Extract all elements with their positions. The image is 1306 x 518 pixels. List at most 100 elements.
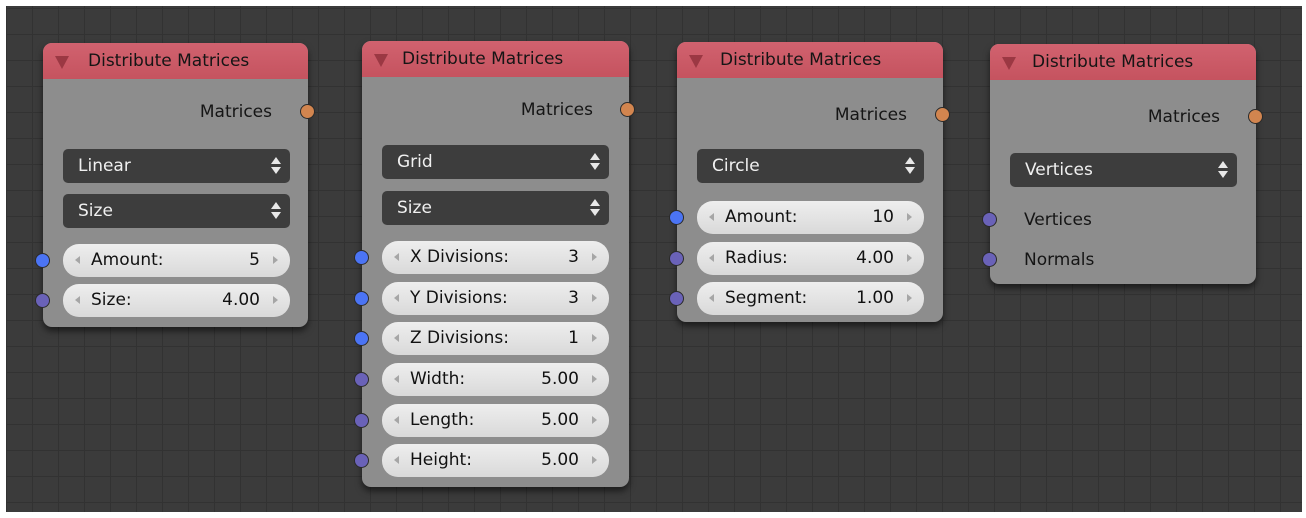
increment-arrow-icon[interactable]	[907, 294, 912, 302]
decrement-arrow-icon[interactable]	[394, 375, 399, 383]
decrement-arrow-icon[interactable]	[394, 456, 399, 464]
collapse-triangle-icon[interactable]	[374, 54, 388, 67]
dropdown-arrows-icon	[271, 156, 281, 176]
size-mode-dropdown[interactable]: Size	[63, 194, 290, 228]
output-socket-matrices[interactable]	[1248, 109, 1263, 124]
dropdown-value: Vertices	[1025, 160, 1093, 180]
radius-field[interactable]: Radius: 4.00	[697, 242, 924, 275]
decrement-arrow-icon[interactable]	[394, 253, 399, 261]
field-value: 5.00	[541, 410, 579, 430]
length-field[interactable]: Length: 5.00	[382, 404, 609, 437]
input-socket-x-divisions[interactable]	[354, 250, 369, 265]
node-title: Distribute Matrices	[402, 49, 564, 69]
node-distribute-matrices-vertices[interactable]: Distribute Matrices Matrices Vertices Ve…	[982, 44, 1263, 284]
output-label-matrices: Matrices	[1147, 107, 1220, 127]
dropdown-arrows-icon	[590, 152, 600, 172]
increment-arrow-icon[interactable]	[592, 253, 597, 261]
increment-arrow-icon[interactable]	[592, 456, 597, 464]
decrement-arrow-icon[interactable]	[394, 416, 399, 424]
increment-arrow-icon[interactable]	[273, 296, 278, 304]
segment-field[interactable]: Segment: 1.00	[697, 282, 924, 315]
amount-field[interactable]: Amount: 10	[697, 201, 924, 234]
field-value: 5	[249, 250, 260, 270]
field-value: 5.00	[541, 450, 579, 470]
y-divisions-field[interactable]: Y Divisions: 3	[382, 282, 609, 315]
field-value: 4.00	[856, 248, 894, 268]
node-title: Distribute Matrices	[88, 51, 250, 71]
amount-field[interactable]: Amount: 5	[63, 244, 290, 277]
field-label: Amount:	[91, 250, 164, 270]
field-value: 1	[568, 328, 579, 348]
node-header[interactable]: Distribute Matrices	[677, 42, 943, 78]
increment-arrow-icon[interactable]	[273, 256, 278, 264]
field-label: Length:	[410, 410, 475, 430]
increment-arrow-icon[interactable]	[907, 213, 912, 221]
field-label: Height:	[410, 450, 472, 470]
output-socket-matrices[interactable]	[300, 104, 315, 119]
input-label-normals: Normals	[1024, 250, 1095, 270]
field-label: Size:	[91, 290, 132, 310]
input-socket-height[interactable]	[354, 453, 369, 468]
input-socket-segment[interactable]	[669, 291, 684, 306]
node-distribute-matrices-grid[interactable]: Distribute Matrices Matrices Grid Size X…	[354, 41, 635, 487]
field-label: Radius:	[725, 248, 788, 268]
width-field[interactable]: Width: 5.00	[382, 363, 609, 396]
output-socket-matrices[interactable]	[620, 102, 635, 117]
decrement-arrow-icon[interactable]	[709, 294, 714, 302]
input-socket-z-divisions[interactable]	[354, 331, 369, 346]
increment-arrow-icon[interactable]	[592, 375, 597, 383]
node-header[interactable]: Distribute Matrices	[43, 43, 308, 79]
mode-dropdown[interactable]: Linear	[63, 149, 290, 183]
increment-arrow-icon[interactable]	[592, 416, 597, 424]
dropdown-arrows-icon	[590, 198, 600, 218]
decrement-arrow-icon[interactable]	[709, 254, 714, 262]
decrement-arrow-icon[interactable]	[394, 334, 399, 342]
node-header[interactable]: Distribute Matrices	[990, 44, 1256, 80]
dropdown-value: Grid	[397, 152, 433, 172]
size-mode-dropdown[interactable]: Size	[382, 191, 609, 225]
field-label: X Divisions:	[410, 247, 509, 267]
collapse-triangle-icon[interactable]	[689, 55, 703, 68]
input-socket-length[interactable]	[354, 413, 369, 428]
output-socket-matrices[interactable]	[935, 107, 950, 122]
decrement-arrow-icon[interactable]	[394, 294, 399, 302]
input-socket-y-divisions[interactable]	[354, 291, 369, 306]
increment-arrow-icon[interactable]	[592, 294, 597, 302]
collapse-triangle-icon[interactable]	[1002, 57, 1016, 70]
input-socket-width[interactable]	[354, 372, 369, 387]
mode-dropdown[interactable]: Vertices	[1010, 153, 1237, 187]
input-socket-vertices[interactable]	[982, 212, 997, 227]
field-value: 5.00	[541, 369, 579, 389]
input-socket-radius[interactable]	[669, 251, 684, 266]
dropdown-arrows-icon	[1218, 160, 1228, 180]
node-distribute-matrices-linear[interactable]: Distribute Matrices Matrices Linear Size…	[35, 43, 315, 327]
collapse-triangle-icon[interactable]	[55, 56, 69, 69]
increment-arrow-icon[interactable]	[592, 334, 597, 342]
mode-dropdown[interactable]: Circle	[697, 149, 924, 183]
size-field[interactable]: Size: 4.00	[63, 284, 290, 317]
input-socket-normals[interactable]	[982, 252, 997, 267]
input-label-vertices: Vertices	[1024, 210, 1092, 230]
node-header[interactable]: Distribute Matrices	[362, 41, 629, 77]
field-label: Amount:	[725, 207, 798, 227]
height-field[interactable]: Height: 5.00	[382, 444, 609, 477]
decrement-arrow-icon[interactable]	[75, 296, 80, 304]
node-distribute-matrices-circle[interactable]: Distribute Matrices Matrices Circle Amou…	[669, 42, 950, 322]
increment-arrow-icon[interactable]	[907, 254, 912, 262]
field-value: 1.00	[856, 288, 894, 308]
z-divisions-field[interactable]: Z Divisions: 1	[382, 322, 609, 355]
input-socket-amount[interactable]	[35, 253, 50, 268]
dropdown-arrows-icon	[905, 156, 915, 176]
input-socket-amount[interactable]	[669, 210, 684, 225]
decrement-arrow-icon[interactable]	[709, 213, 714, 221]
input-socket-size[interactable]	[35, 293, 50, 308]
field-label: Y Divisions:	[410, 288, 508, 308]
mode-dropdown[interactable]: Grid	[382, 145, 609, 179]
decrement-arrow-icon[interactable]	[75, 256, 80, 264]
node-title: Distribute Matrices	[720, 50, 882, 70]
field-label: Z Divisions:	[410, 328, 509, 348]
node-editor-canvas[interactable]: Distribute Matrices Matrices Linear Size…	[6, 6, 1302, 512]
dropdown-value: Circle	[712, 156, 760, 176]
x-divisions-field[interactable]: X Divisions: 3	[382, 241, 609, 274]
field-label: Segment:	[725, 288, 808, 308]
